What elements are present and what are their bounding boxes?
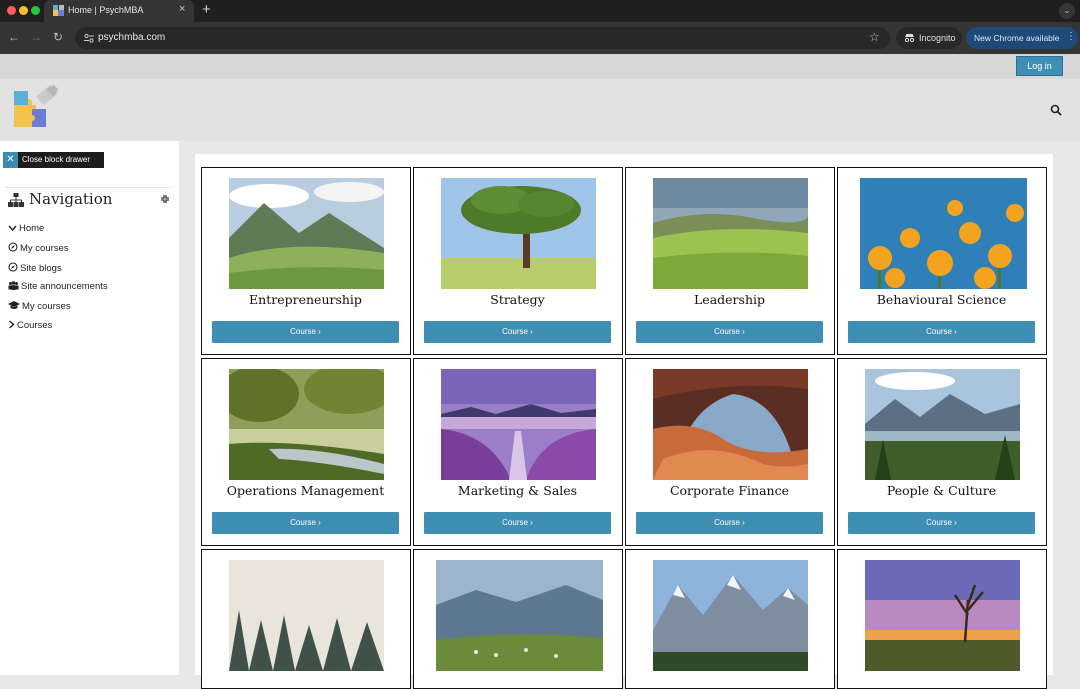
course-image-canyon-arch[interactable] [653, 369, 808, 480]
users-icon [8, 281, 19, 290]
forward-icon[interactable]: → [30, 30, 42, 44]
nav-item-site-announcements[interactable]: Site announcements [8, 281, 108, 292]
url-text: psychmba.com [98, 32, 166, 43]
graduation-cap-icon [8, 301, 20, 309]
nav-item-my-courses[interactable]: My courses [8, 242, 69, 254]
nav-item-courses[interactable]: Courses [8, 320, 52, 331]
nav-item-my-courses-2[interactable]: My courses [8, 301, 71, 312]
course-card: Strategy Course › [413, 167, 623, 355]
compass-icon [8, 242, 18, 252]
nav-item-label: Site blogs [20, 263, 62, 274]
course-card: Entrepreneurship Course › [201, 167, 411, 355]
close-drawer-button[interactable]: ✕ [3, 152, 18, 168]
course-title: Corporate Finance [669, 483, 790, 498]
chevron-right-icon [9, 320, 15, 329]
chrome-update-button[interactable]: New Chrome available ⋮ [966, 27, 1078, 49]
back-icon[interactable]: ← [8, 30, 20, 44]
course-button[interactable]: Course › [424, 512, 611, 534]
course-button[interactable]: Course › [848, 321, 1035, 343]
chevron-down-icon [8, 225, 17, 232]
reload-icon[interactable]: ↻ [53, 30, 63, 44]
course-button[interactable]: Course › [848, 512, 1035, 534]
course-button[interactable]: Course › [212, 321, 399, 343]
close-window-button[interactable] [7, 6, 16, 15]
course-image-tree[interactable] [441, 178, 596, 289]
search-icon[interactable] [1050, 104, 1062, 116]
nav-item-home[interactable]: Home [8, 223, 44, 234]
browser-tab[interactable]: Home | PsychMBA × [44, 0, 194, 22]
course-image-orange-flowers[interactable] [860, 178, 1027, 289]
course-image-sunset-tree[interactable] [865, 560, 1020, 671]
navigation-title: Navigation [29, 190, 113, 208]
bookmark-star-icon[interactable]: ☆ [869, 30, 880, 44]
nav-item-label: My courses [22, 301, 71, 312]
site-header [0, 79, 1080, 141]
course-title: Strategy [490, 292, 545, 307]
course-title: People & Culture [886, 483, 997, 498]
more-menu-icon[interactable]: ⋮ [1066, 31, 1076, 42]
new-tab-icon[interactable]: + [202, 1, 211, 18]
course-card [201, 549, 411, 689]
psychmba-favicon-icon [53, 5, 64, 16]
course-card: Marketing & Sales Course › [413, 358, 623, 546]
compass-icon [8, 262, 18, 272]
course-button[interactable]: Course › [212, 512, 399, 534]
divider [6, 187, 172, 188]
nav-item-label: Site announcements [21, 281, 108, 292]
nav-item-site-blogs[interactable]: Site blogs [8, 262, 62, 274]
course-image-forest-stream[interactable] [229, 369, 384, 480]
course-title: Behavioural Science [876, 292, 1007, 307]
incognito-icon [904, 34, 915, 42]
course-image-green-hills[interactable] [653, 178, 808, 289]
course-image-snow-mountains[interactable] [653, 560, 808, 671]
course-image-mountain-lake[interactable] [865, 369, 1020, 480]
browser-tab-bar: Home | PsychMBA × + ⌄ [0, 0, 1080, 22]
course-card [837, 549, 1047, 689]
course-title: Operations Management [226, 483, 385, 498]
nav-item-label: Courses [17, 320, 53, 331]
login-button[interactable]: Log in [1016, 56, 1063, 76]
nav-item-label: Home [19, 223, 45, 234]
course-title: Leadership [694, 292, 765, 307]
course-image-sheep-hills[interactable] [436, 560, 603, 671]
sitemap-icon [8, 193, 24, 207]
psychmba-logo[interactable] [12, 83, 60, 131]
block-drawer [0, 141, 179, 675]
incognito-indicator[interactable]: Incognito [896, 27, 962, 49]
course-button[interactable]: Course › [636, 321, 823, 343]
incognito-label: Incognito [919, 33, 956, 43]
course-button[interactable]: Course › [424, 321, 611, 343]
course-card: Leadership Course › [625, 167, 835, 355]
browser-toolbar: ← → ↻ psychmba.com ☆ Incognito New Chrom… [0, 22, 1080, 54]
course-card: People & Culture Course › [837, 358, 1047, 546]
course-card: Operations Management Course › [201, 358, 411, 546]
close-tab-icon[interactable]: × [179, 3, 185, 15]
top-bar [0, 54, 1080, 79]
course-image-lavender-lake[interactable] [441, 369, 596, 480]
course-title: Entrepreneurship [249, 292, 362, 307]
collapse-block-icon[interactable] [160, 194, 170, 204]
maximize-window-button[interactable] [31, 6, 40, 15]
update-label: New Chrome available [974, 33, 1060, 43]
course-image-misty-forest[interactable] [229, 560, 384, 671]
course-card [625, 549, 835, 689]
minimize-window-button[interactable] [19, 6, 28, 15]
course-card [413, 549, 623, 689]
address-bar[interactable]: psychmba.com ☆ [75, 27, 890, 49]
course-card: Corporate Finance Course › [625, 358, 835, 546]
close-drawer-tooltip: Close block drawer [18, 152, 104, 168]
course-image-mountain-valley[interactable] [229, 178, 384, 289]
nav-item-label: My courses [20, 243, 69, 254]
course-card: Behavioural Science Course › [837, 167, 1047, 355]
site-info-icon[interactable] [83, 32, 95, 44]
course-button[interactable]: Course › [636, 512, 823, 534]
tab-title: Home | PsychMBA [68, 5, 144, 15]
course-title: Marketing & Sales [457, 483, 578, 498]
tab-search-icon[interactable]: ⌄ [1059, 3, 1075, 19]
